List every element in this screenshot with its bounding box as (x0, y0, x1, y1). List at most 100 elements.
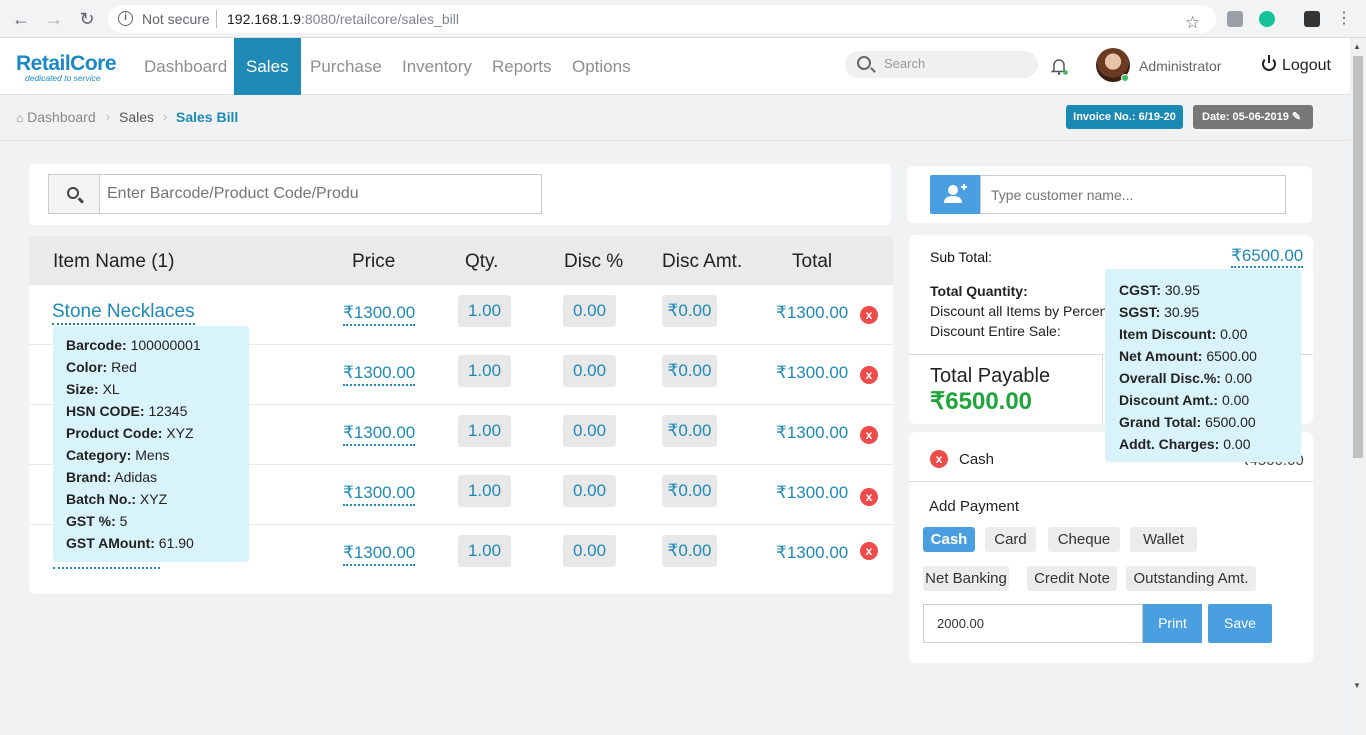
scroll-up-arrow[interactable]: ▲ (1353, 42, 1361, 51)
bell-icon[interactable] (1050, 57, 1068, 75)
tooltip-line: SGST: 30.95 (1119, 304, 1200, 320)
payment-card: x Cash ₹4500.00 Add Payment Cash Card Ch… (909, 432, 1313, 663)
nav-inventory[interactable]: Inventory (390, 38, 484, 95)
item-disc-amt[interactable]: ₹0.00 (662, 415, 717, 447)
barcode-search-card (29, 164, 891, 225)
payment-line-label: Cash (959, 451, 995, 468)
tooltip-line: Addt. Charges: 0.00 (1119, 436, 1251, 452)
scrollbar-thumb[interactable] (1353, 56, 1363, 458)
item-total: ₹1300.00 (776, 483, 849, 502)
user-name[interactable]: Administrator (1139, 58, 1221, 74)
remove-item-icon[interactable]: x (860, 426, 878, 444)
remove-item-icon[interactable]: x (860, 366, 878, 384)
bookmark-star-icon[interactable]: ☆ (1185, 13, 1200, 33)
discount-items-label[interactable]: Discount all Items by Percen (930, 303, 1107, 319)
item-disc-pct[interactable]: 0.00 (563, 355, 616, 387)
url-text: 192.168.1.9:8080/retailcore/sales_bill (227, 11, 459, 27)
item-price[interactable]: ₹1300.00 (343, 483, 416, 506)
item-qty[interactable]: 1.00 (458, 355, 511, 387)
tooltip-line: Barcode: 100000001 (66, 337, 201, 353)
item-disc-pct[interactable]: 0.00 (563, 475, 616, 507)
divider (909, 481, 1313, 482)
item-disc-pct[interactable]: 0.00 (563, 535, 616, 567)
col-total: Total (792, 251, 833, 272)
payment-method-net-banking[interactable]: Net Banking (923, 566, 1009, 591)
item-qty[interactable]: 1.00 (458, 295, 511, 327)
divider (1102, 355, 1103, 424)
save-button[interactable]: Save (1208, 604, 1272, 643)
camera-icon[interactable] (1227, 11, 1243, 27)
remove-payment-icon[interactable]: x (930, 450, 948, 468)
remove-item-icon[interactable]: x (860, 306, 878, 324)
item-disc-pct[interactable]: 0.00 (563, 415, 616, 447)
discount-sale-label[interactable]: Discount Entire Sale: (930, 323, 1061, 339)
tooltip-line: HSN CODE: 12345 (66, 403, 188, 419)
app-header: RetailCore dedicated to service Dashboar… (0, 38, 1350, 95)
print-button[interactable]: Print (1143, 604, 1202, 643)
nav-purchase[interactable]: Purchase (298, 38, 394, 95)
item-qty[interactable]: 1.00 (458, 415, 511, 447)
nav-reports[interactable]: Reports (480, 38, 564, 95)
item-qty[interactable]: 1.00 (458, 535, 511, 567)
page-scrollbar[interactable]: ▲ ▼ (1350, 38, 1366, 735)
item-price[interactable]: ₹1300.00 (343, 423, 416, 446)
reload-icon[interactable]: ↻ (77, 9, 97, 29)
breadcrumb: ⌂ Dashboard › Sales › Sales Bill Invoice… (0, 96, 1350, 141)
grammarly-icon[interactable] (1259, 11, 1275, 27)
item-price[interactable]: ₹1300.00 (343, 303, 416, 326)
barcode-input[interactable] (99, 174, 542, 214)
info-icon[interactable]: i (118, 11, 133, 26)
nav-sales[interactable]: Sales (234, 38, 301, 95)
back-icon[interactable]: ← (11, 9, 31, 29)
tooltip-line: Color: Red (66, 359, 137, 375)
remove-item-icon[interactable]: x (860, 488, 878, 506)
remove-item-icon[interactable]: x (860, 542, 878, 560)
scroll-down-arrow[interactable]: ▼ (1353, 681, 1361, 690)
payment-method-credit-note[interactable]: Credit Note (1027, 566, 1117, 591)
item-qty[interactable]: 1.00 (458, 475, 511, 507)
item-disc-amt[interactable]: ₹0.00 (662, 355, 717, 387)
barcode-search-button[interactable] (48, 174, 100, 214)
add-customer-button[interactable] (930, 175, 980, 214)
nav-dashboard[interactable]: Dashboard (132, 38, 239, 95)
item-disc-amt[interactable]: ₹0.00 (662, 295, 717, 327)
sub-total-value[interactable]: ₹6500.00 (1231, 246, 1304, 268)
tooltip-line: Category: Mens (66, 447, 170, 463)
payment-method-card[interactable]: Card (985, 527, 1036, 552)
item-total: ₹1300.00 (776, 303, 849, 322)
customer-name-input[interactable] (980, 175, 1286, 214)
payment-amount-input[interactable] (923, 604, 1143, 643)
payment-method-cheque[interactable]: Cheque (1048, 527, 1120, 552)
payment-method-cash[interactable]: Cash (923, 527, 975, 552)
item-price[interactable]: ₹1300.00 (343, 543, 416, 566)
pencil-icon[interactable]: ✎ (1292, 111, 1301, 123)
breadcrumb-sales[interactable]: Sales (119, 109, 154, 125)
payment-method-outstanding[interactable]: Outstanding Amt. (1126, 566, 1256, 591)
tax-summary-tooltip: CGST: 30.95 SGST: 30.95 Item Discount: 0… (1105, 269, 1301, 462)
breadcrumb-separator: › (106, 109, 111, 124)
menu-icon[interactable]: ⋮ (1334, 9, 1354, 29)
customer-card (907, 166, 1312, 223)
add-payment-label: Add Payment (929, 498, 1020, 515)
tooltip-line: GST AMount: 61.90 (66, 535, 194, 551)
breadcrumb-dashboard[interactable]: ⌂ Dashboard (16, 109, 96, 125)
date-badge[interactable]: Date: 05-06-2019 ✎ (1193, 105, 1313, 129)
forward-icon[interactable]: → (44, 9, 64, 29)
payment-method-wallet[interactable]: Wallet (1130, 527, 1197, 552)
item-price[interactable]: ₹1300.00 (343, 363, 416, 386)
nav-options[interactable]: Options (560, 38, 643, 95)
extension-icon[interactable] (1304, 11, 1320, 27)
online-status-dot (1121, 74, 1129, 82)
tooltip-line: Product Code: XYZ (66, 425, 194, 441)
total-payable-value: ₹6500.00 (930, 388, 1033, 415)
item-name-link[interactable]: Stone Necklaces (52, 301, 195, 325)
search-box[interactable]: Search (845, 51, 1038, 78)
tooltip-line: Batch No.: XYZ (66, 491, 168, 507)
address-bar[interactable]: i Not secure 192.168.1.9:8080/retailcore… (108, 5, 1216, 33)
item-disc-amt[interactable]: ₹0.00 (662, 535, 717, 567)
item-disc-amt[interactable]: ₹0.00 (662, 475, 717, 507)
item-disc-pct[interactable]: 0.00 (563, 295, 616, 327)
invoice-number-badge: Invoice No.: 6/19-20 (1066, 105, 1183, 129)
logout-label: Logout (1282, 57, 1331, 74)
logout-button[interactable]: Logout (1262, 55, 1331, 75)
